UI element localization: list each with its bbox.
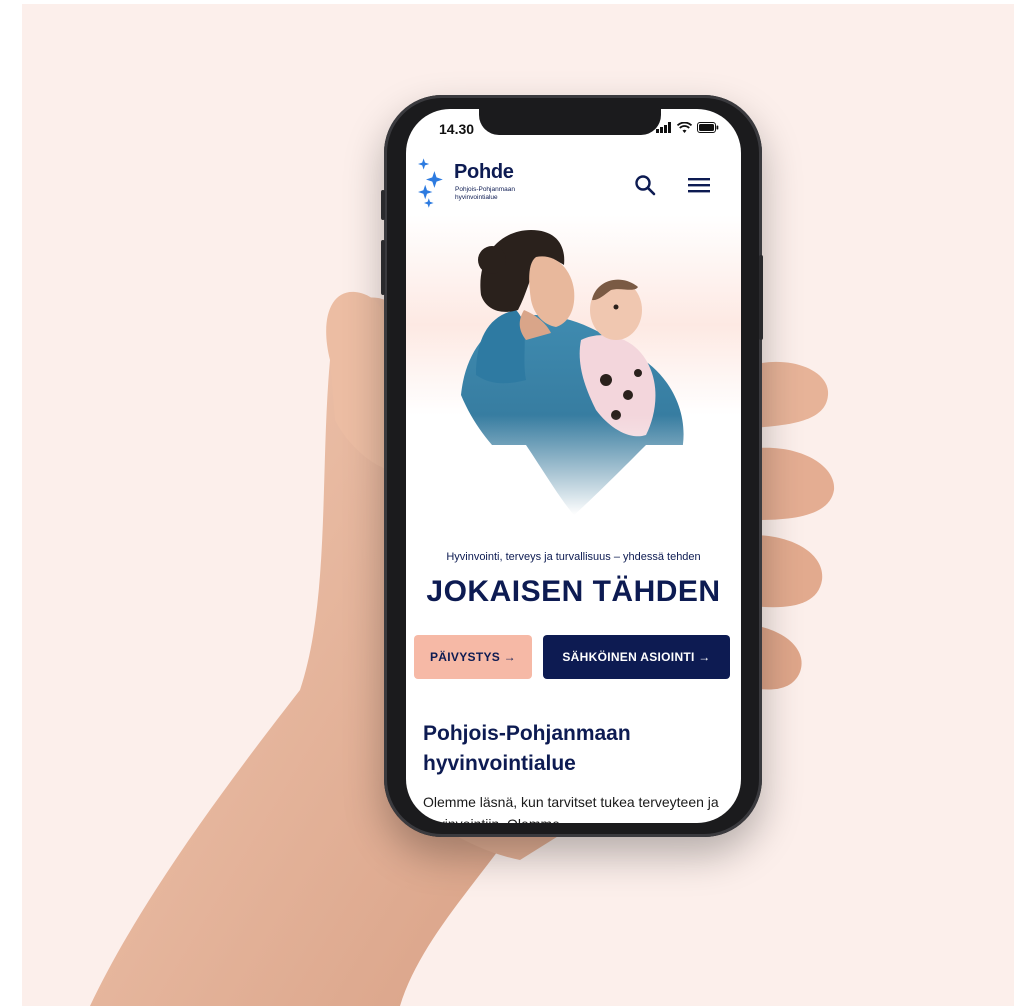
intro-title: Pohjois-Pohjanmaan hyvinvointialue <box>423 722 631 775</box>
wifi-icon <box>677 122 692 133</box>
emergency-button[interactable]: PÄIVYSTYS → <box>414 635 532 679</box>
phone-screen: 14.30 Pohde Pohjois-Pohjanmaan hyvinvoin… <box>406 109 741 823</box>
phone-power-button <box>759 255 763 340</box>
status-icons <box>656 122 719 133</box>
battery-icon <box>697 122 719 133</box>
brand-subtitle: Pohjois-Pohjanmaan hyvinvointialue <box>455 186 515 201</box>
e-service-button[interactable]: SÄHKÖINEN ASIOINTI → <box>543 635 730 679</box>
intro-text: Olemme läsnä, kun tarvitset tukea tervey… <box>423 794 719 823</box>
search-icon <box>635 175 656 196</box>
hero-headline: JOKAISEN TÄHDEN <box>426 575 721 608</box>
brand-name[interactable]: Pohde <box>454 161 514 184</box>
hero-tagline: Hyvinvointi, terveys ja turvallisuus – y… <box>446 551 701 563</box>
hero-image <box>406 215 741 515</box>
site-header: Pohde Pohjois-Pohjanmaan hyvinvointialue <box>406 153 741 215</box>
hamburger-menu-icon <box>688 178 710 193</box>
pohde-logo-icon[interactable] <box>416 157 446 209</box>
phone-notch <box>479 109 661 135</box>
phone-volume-up <box>381 240 385 295</box>
phone-mute-switch <box>381 190 385 220</box>
status-time: 14.30 <box>439 121 475 137</box>
menu-button[interactable] <box>685 171 713 199</box>
search-button[interactable] <box>631 171 659 199</box>
